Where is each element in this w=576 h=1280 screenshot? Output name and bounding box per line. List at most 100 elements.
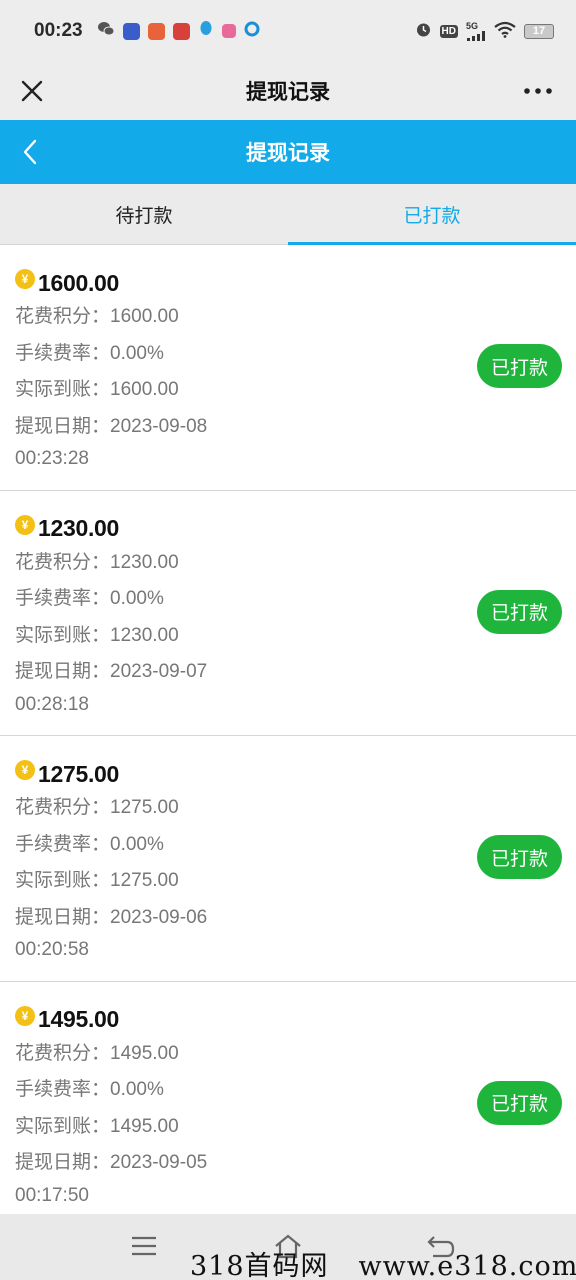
actual-label: 实际到账：	[15, 1115, 111, 1137]
time-value: 00:17:50	[15, 1184, 89, 1206]
time-value: 00:23:28	[15, 448, 89, 469]
status-right: HD 5G 17	[415, 21, 554, 41]
cost-value: 1275.00	[110, 797, 179, 818]
signal-icon: 5G	[466, 20, 486, 41]
date-row: 提现日期：2023-09-07	[15, 654, 576, 691]
close-button[interactable]	[14, 73, 50, 109]
amount-row: ¥ 1600.00	[15, 267, 576, 299]
amount: 1275.00	[38, 760, 120, 787]
date-row: 提现日期：2023-09-06	[15, 900, 576, 937]
alarm-icon	[415, 21, 432, 41]
date-label: 提现日期：	[15, 1152, 111, 1173]
coin-icon: ¥	[15, 760, 35, 780]
chevron-left-icon	[23, 139, 37, 165]
actual-value: 1495.00	[110, 1115, 179, 1137]
cost-label: 花费积分：	[15, 551, 111, 573]
app-header: 提现记录	[0, 120, 576, 184]
date-value: 2023-09-07	[110, 661, 208, 682]
page-title: 提现记录	[246, 81, 330, 104]
date-value: 2023-09-06	[110, 906, 208, 928]
header-title: 提现记录	[246, 142, 330, 165]
cost-label: 花费积分：	[15, 306, 111, 327]
notification-icons	[97, 20, 260, 43]
actual-value: 1230.00	[110, 624, 179, 646]
more-button[interactable]	[518, 73, 558, 109]
app-notification-icon	[147, 22, 165, 40]
tab-paid[interactable]: 已打款	[288, 184, 576, 245]
cost-value: 1495.00	[110, 1042, 179, 1064]
status-badge: 已打款	[477, 1080, 562, 1125]
back-button[interactable]	[10, 132, 50, 172]
coin-icon: ¥	[15, 1005, 35, 1026]
fee-value: 0.00%	[110, 588, 164, 609]
app-notification-icon	[122, 22, 140, 40]
list-item: ¥ 1230.00 花费积分：1230.00 手续费率：0.00% 实际到账：1…	[0, 491, 576, 736]
list-item: ¥ 1495.00 花费积分：1495.00 手续费率：0.00% 实际到账：1…	[0, 982, 576, 1227]
fee-label: 手续费率：	[15, 342, 111, 364]
actual-label: 实际到账：	[15, 379, 111, 400]
fee-label: 手续费率：	[15, 833, 111, 855]
date-row: 提现日期：2023-09-05	[15, 1145, 576, 1182]
close-icon	[21, 80, 43, 102]
more-icon	[524, 88, 552, 94]
fee-value: 0.00%	[110, 833, 164, 855]
cost-value: 1230.00	[110, 551, 179, 573]
fee-value: 0.00%	[110, 342, 164, 364]
date-label: 提现日期：	[15, 415, 111, 437]
coin-icon: ¥	[15, 269, 35, 289]
app-notification-icon	[221, 24, 236, 38]
date-label: 提现日期：	[15, 661, 111, 682]
status-time: 00:23	[34, 20, 83, 41]
menu-icon	[132, 1236, 156, 1256]
status-bar: 00:23 HD 5G 17	[0, 0, 576, 62]
battery-indicator: 17	[524, 23, 554, 39]
actual-value: 1600.00	[110, 379, 179, 400]
date-value: 2023-09-05	[110, 1152, 208, 1173]
date-row: 提现日期：2023-09-08	[15, 409, 576, 446]
app-notification-icon	[172, 22, 190, 40]
tab-bar: 待打款 已打款	[0, 184, 576, 245]
hd-icon: HD	[439, 24, 458, 38]
qq-icon	[198, 20, 214, 43]
browser-icon	[244, 21, 260, 42]
actual-label: 实际到账：	[15, 870, 111, 891]
actual-value: 1275.00	[110, 870, 179, 891]
cost-row: 花费积分：1275.00	[15, 790, 576, 827]
status-badge: 已打款	[477, 835, 562, 879]
amount-row: ¥ 1495.00	[15, 1004, 576, 1036]
wifi-icon	[494, 21, 516, 41]
list-item: ¥ 1275.00 花费积分：1275.00 手续费率：0.00% 实际到账：1…	[0, 736, 576, 982]
fee-label: 手续费率：	[15, 1079, 111, 1100]
cost-row: 花费积分：1230.00	[15, 545, 576, 582]
time-value: 00:20:58	[15, 939, 89, 960]
status-badge: 已打款	[477, 589, 562, 634]
watermark-url: www.e318.com	[358, 1251, 576, 1280]
withdrawal-list: ¥ 1600.00 花费积分：1600.00 手续费率：0.00% 实际到账：1…	[0, 245, 576, 1227]
amount-row: ¥ 1230.00	[15, 513, 576, 545]
amount: 1495.00	[38, 1006, 120, 1032]
tab-pending[interactable]: 待打款	[0, 184, 288, 244]
cost-row: 花费积分：1495.00	[15, 1036, 576, 1073]
date-label: 提现日期：	[15, 906, 111, 928]
amount: 1230.00	[38, 515, 120, 541]
actual-label: 实际到账：	[15, 624, 111, 646]
menu-button[interactable]	[124, 1228, 164, 1264]
cost-value: 1600.00	[110, 306, 179, 327]
cost-row: 花费积分：1600.00	[15, 299, 576, 336]
title-bar: 提现记录	[0, 62, 576, 120]
watermark-site-name: 318首码网	[190, 1251, 329, 1280]
time-value: 00:28:18	[15, 693, 89, 715]
list-item: ¥ 1600.00 花费积分：1600.00 手续费率：0.00% 实际到账：1…	[0, 245, 576, 491]
amount: 1600.00	[38, 269, 120, 296]
network-type: 5G	[466, 20, 479, 31]
amount-row: ¥ 1275.00	[15, 758, 576, 790]
watermark: 318首码网 www.e318.com	[190, 1244, 576, 1280]
cost-label: 花费积分：	[15, 797, 111, 818]
date-value: 2023-09-08	[110, 415, 208, 437]
coin-icon: ¥	[15, 514, 35, 535]
wechat-icon	[97, 21, 115, 42]
fee-label: 手续费率：	[15, 588, 111, 609]
cost-label: 花费积分：	[15, 1042, 111, 1064]
status-badge: 已打款	[477, 344, 562, 388]
fee-value: 0.00%	[110, 1079, 164, 1100]
